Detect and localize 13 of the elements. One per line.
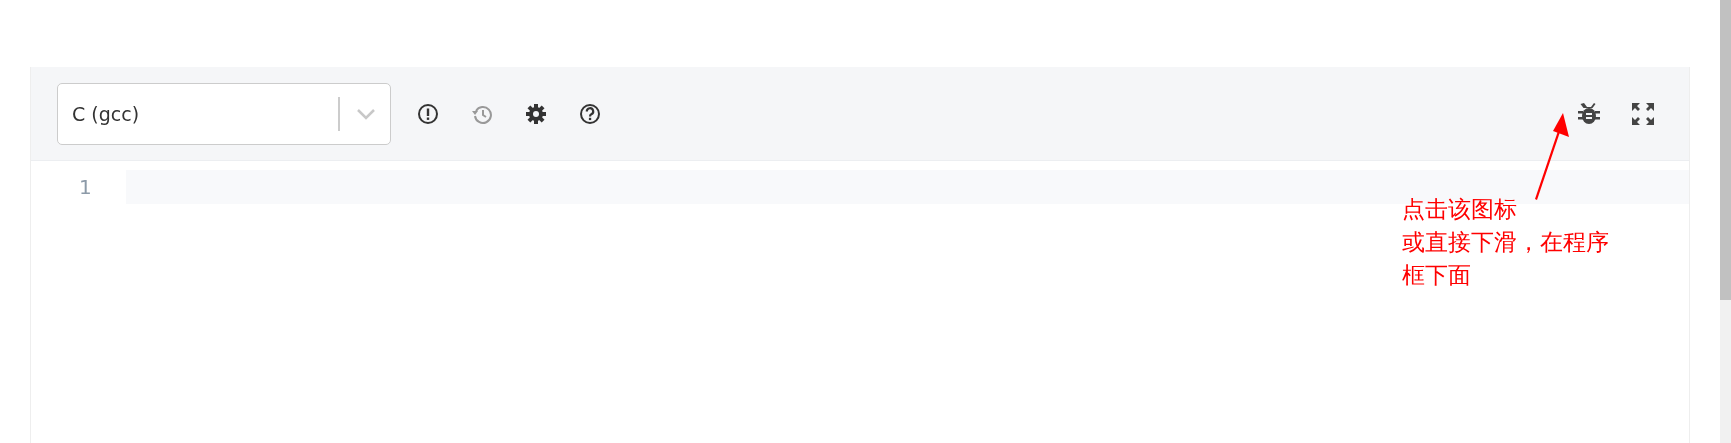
annotation-text: 或直接下滑，在程序 — [1402, 228, 1609, 257]
scrollbar[interactable] — [1720, 0, 1731, 443]
bug-icon[interactable] — [1578, 101, 1600, 126]
settings-icon[interactable] — [525, 102, 547, 125]
line-number: 1 — [78, 175, 93, 199]
help-icon[interactable] — [579, 102, 601, 125]
expand-icon[interactable] — [1632, 102, 1654, 125]
annotation-text: 框下面 — [1402, 261, 1472, 290]
scrollbar-thumb[interactable] — [1720, 0, 1731, 300]
exclamation-circle-icon[interactable] — [417, 102, 439, 125]
annotation-text: 点击该图标 — [1402, 195, 1518, 224]
language-select[interactable]: C (gcc) — [57, 82, 391, 145]
chevron-down-icon — [356, 107, 376, 120]
